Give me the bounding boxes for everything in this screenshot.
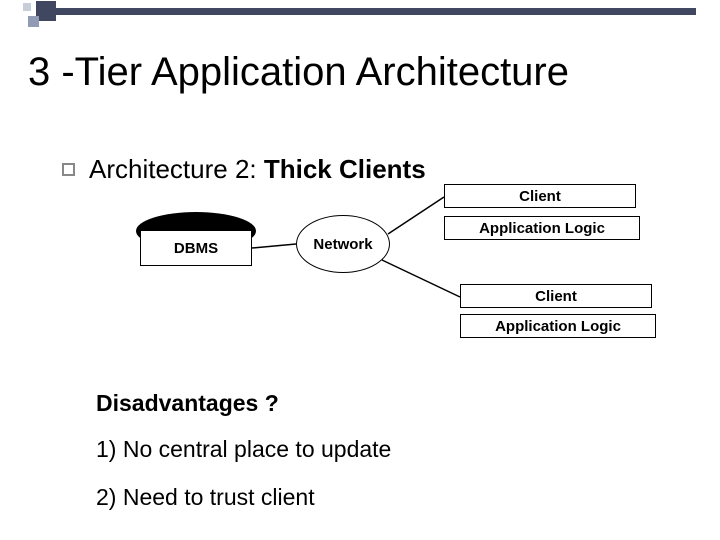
app-logic-box-2: Application Logic: [460, 314, 656, 338]
app-logic-label-2: Application Logic: [495, 318, 621, 335]
header-square-medium: [28, 16, 39, 27]
architecture-diagram: DBMS Network Client Application Logic Cl…: [0, 182, 720, 382]
network-node: Network: [296, 215, 390, 273]
bullet-line: Architecture 2: Thick Clients: [62, 154, 426, 185]
client-label-1: Client: [519, 188, 561, 205]
client-label-2: Client: [535, 288, 577, 305]
bullet-square-icon: [62, 163, 75, 176]
slide-header: [0, 0, 720, 30]
connector-lines: [0, 182, 720, 382]
header-square-large: [36, 1, 56, 21]
bullet-prefix: Architecture 2:: [89, 154, 264, 184]
client-box-2: Client: [460, 284, 652, 308]
bullet-bold: Thick Clients: [264, 154, 426, 184]
app-logic-label-1: Application Logic: [479, 220, 605, 237]
network-label: Network: [313, 236, 372, 253]
header-accent-bar: [56, 8, 696, 15]
disadvantage-1: 1) No central place to update: [96, 436, 391, 463]
slide-title: 3 -Tier Application Architecture: [28, 50, 569, 95]
dbms-label: DBMS: [174, 240, 218, 257]
header-square-small: [23, 3, 31, 11]
app-logic-box-1: Application Logic: [444, 216, 640, 240]
disadvantage-2: 2) Need to trust client: [96, 484, 315, 511]
bullet-text: Architecture 2: Thick Clients: [89, 154, 426, 185]
dbms-box: DBMS: [140, 230, 252, 266]
disadvantages-heading: Disadvantages ?: [96, 390, 279, 417]
client-box-1: Client: [444, 184, 636, 208]
